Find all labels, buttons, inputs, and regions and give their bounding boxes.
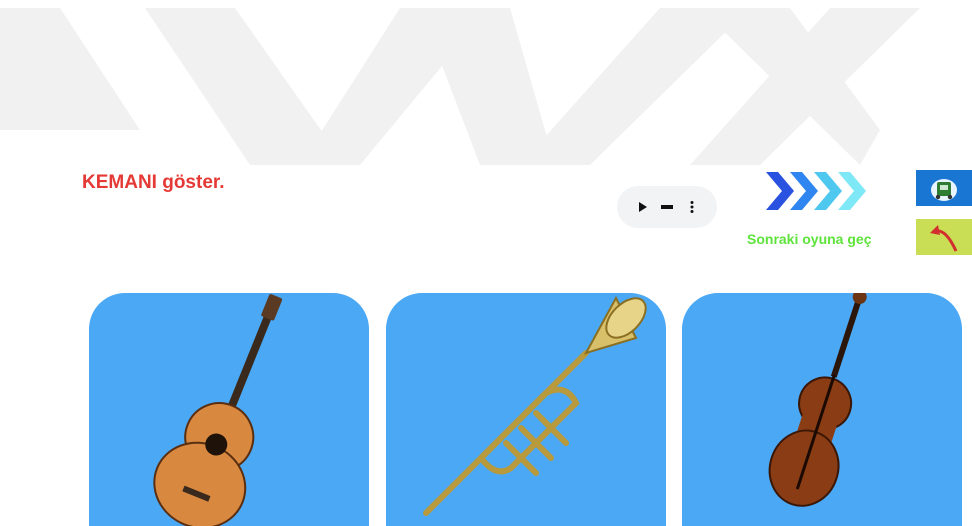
curved-arrow-back-icon (930, 225, 958, 252)
play-icon[interactable] (634, 198, 652, 216)
volume-bar-icon[interactable] (658, 198, 676, 216)
more-vert-icon[interactable] (683, 198, 701, 216)
home-icon (931, 179, 957, 201)
background-chevron-watermark (0, 8, 920, 165)
violin-card[interactable] (682, 293, 962, 526)
instruction-text: KEMANI göster. (82, 172, 225, 193)
trumpet-icon (423, 295, 647, 516)
guitar-icon (153, 294, 283, 526)
triple-chevron-right-icon[interactable] (764, 170, 870, 212)
next-game-link[interactable]: Sonraki oyuna geç (747, 231, 871, 247)
back-button[interactable] (916, 219, 972, 255)
guitar-card[interactable] (89, 293, 369, 526)
home-button[interactable] (916, 170, 972, 206)
violin-icon (768, 293, 867, 507)
trumpet-card[interactable] (386, 293, 666, 526)
audio-player[interactable] (617, 186, 717, 228)
